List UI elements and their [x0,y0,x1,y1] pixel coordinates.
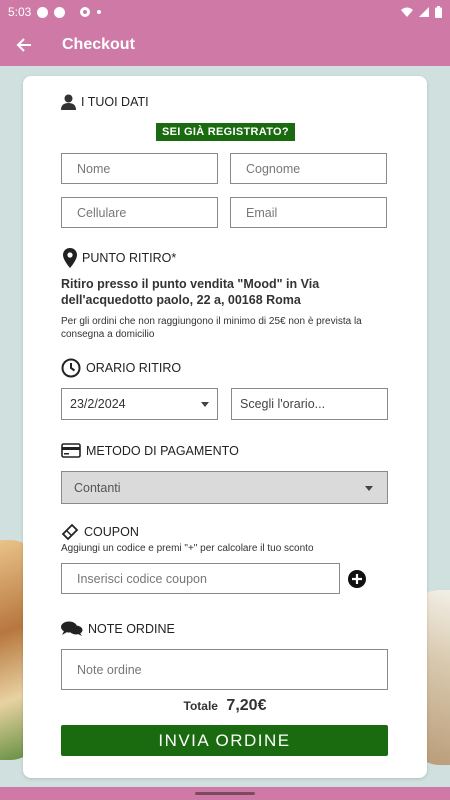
already-registered-button[interactable]: SEI GIÀ REGISTRATO? [156,123,295,141]
back-arrow-icon[interactable] [2,24,46,66]
section-payment-method: METODO DI PAGAMENTO [61,443,239,458]
total-label: Totale [183,699,218,713]
location-pin-icon [63,248,77,268]
ticket-icon [61,523,79,541]
plus-circle-icon [348,570,366,588]
section-pickup-point: PUNTO RITIRO* [63,248,176,268]
total-value: 7,20€ [226,697,267,714]
more-notifications-icon [97,10,102,14]
phone-field[interactable]: Cellulare [61,197,218,228]
section-coupon: COUPON [61,523,139,541]
section-title: I TUOI DATI [81,95,149,109]
payment-method-select[interactable]: Contanti [61,471,388,504]
home-gesture-handle[interactable] [195,792,255,795]
payment-method-value: Contanti [74,480,121,495]
delivery-minimum-note: Per gli ordini che non raggiungono il mi… [61,316,362,340]
chat-bubbles-icon [61,621,83,637]
app-bar: Checkout [0,24,450,66]
order-total: Totale 7,20€ [23,697,427,715]
section-pickup-time: ORARIO RITIRO [61,358,181,378]
signal-icon [419,7,429,17]
coupon-hint-text: Aggiungi un codice e premi "+" per calco… [61,543,314,554]
app-notification-icon [79,6,91,18]
notification-icon [54,6,66,18]
battery-icon [435,6,442,18]
section-title: COUPON [84,525,139,539]
checkout-card: I TUOI DATI SEI GIÀ REGISTRATO? Nome Cog… [23,76,427,778]
user-icon [61,94,76,110]
status-time: 5:03 [8,5,32,19]
navigation-bar [0,787,450,800]
coupon-code-field[interactable]: Inserisci codice coupon [61,563,340,594]
pickup-date-value: 23/2/2024 [70,397,126,411]
section-customer-data: I TUOI DATI [61,94,149,110]
section-title: METODO DI PAGAMENTO [86,443,239,458]
pickup-location-text: Ritiro presso il punto vendita "Mood" in… [61,277,320,307]
section-title: PUNTO RITIRO* [82,251,177,265]
last-name-field[interactable]: Cognome [230,153,387,184]
dropdown-caret-icon [201,402,209,407]
pickup-date-select[interactable]: 23/2/2024 [61,388,218,420]
section-order-notes: NOTE ORDINE [61,621,175,637]
page-title: Checkout [62,36,135,53]
status-bar: 5:03 [0,0,450,24]
wifi-icon [401,7,413,18]
notification-icon [37,6,49,18]
dropdown-caret-icon [365,485,373,491]
submit-order-button[interactable]: INVIA ORDINE [61,725,388,756]
credit-card-icon [61,443,81,458]
clock-icon [61,358,81,378]
pickup-time-field[interactable]: Scegli l'orario... [231,388,388,420]
email-field[interactable]: Email [230,197,387,228]
section-title: NOTE ORDINE [88,622,175,636]
order-notes-field[interactable]: Note ordine [61,649,388,690]
first-name-field[interactable]: Nome [61,153,218,184]
section-title: ORARIO RITIRO [86,361,182,375]
add-coupon-button[interactable] [347,569,367,594]
